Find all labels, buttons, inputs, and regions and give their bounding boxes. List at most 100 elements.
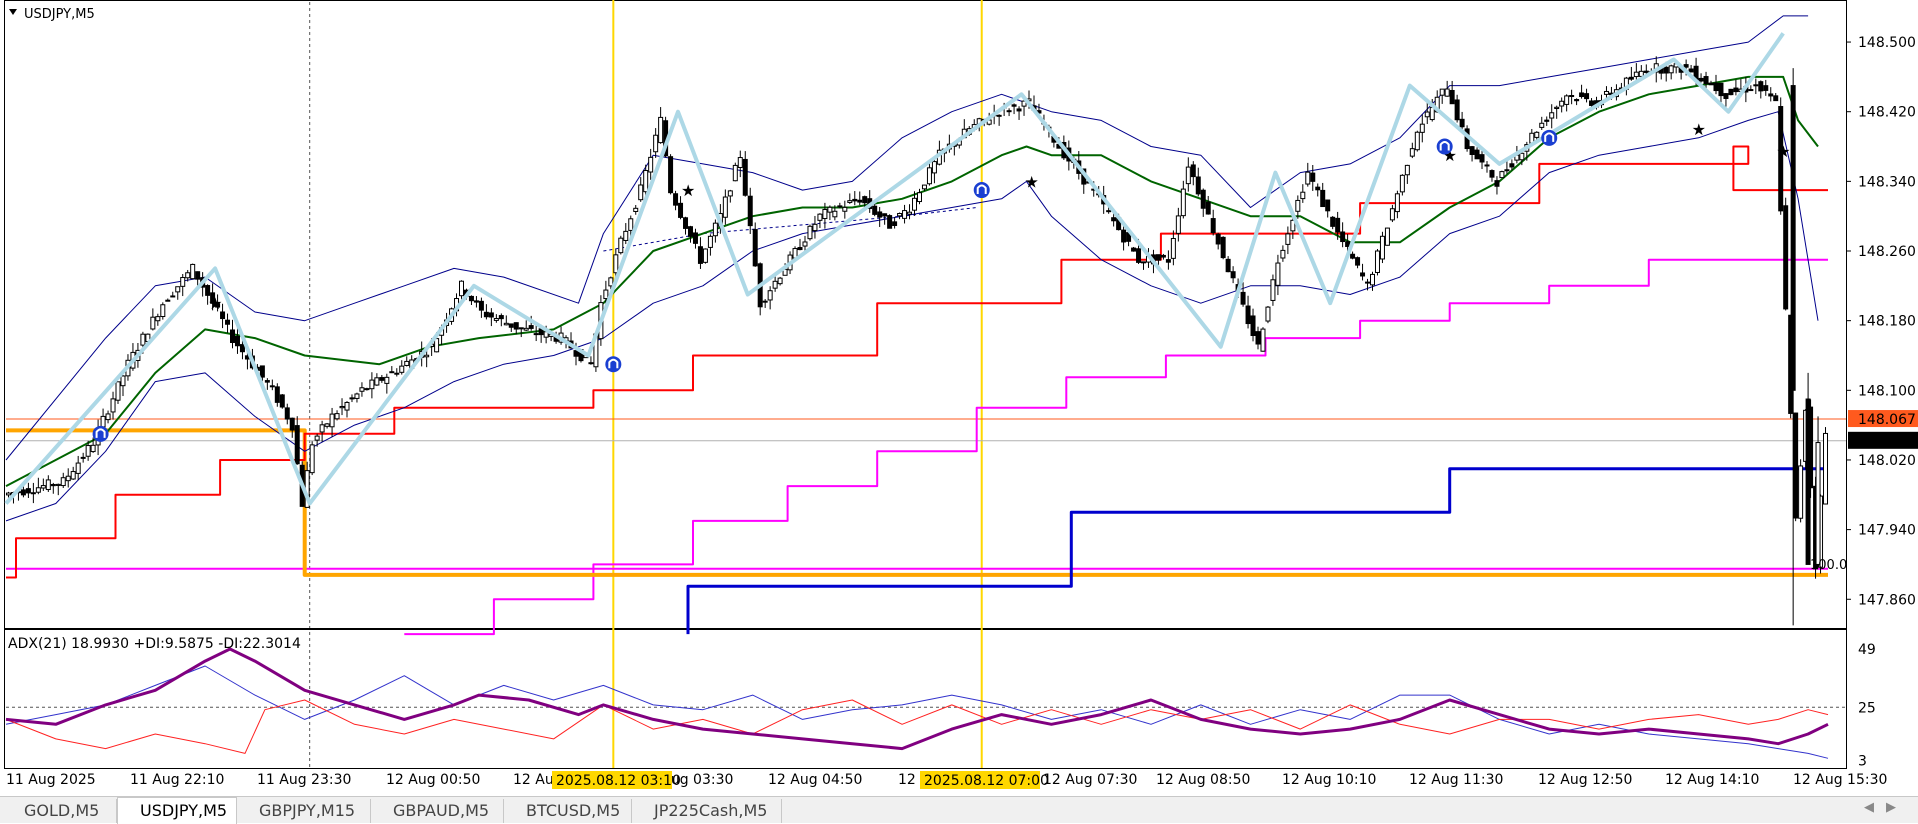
candle-body bbox=[1011, 104, 1017, 107]
candle-body bbox=[802, 241, 808, 247]
candle-body bbox=[309, 444, 315, 474]
candle-body bbox=[1703, 76, 1709, 85]
candle-body bbox=[65, 475, 71, 482]
candle-body bbox=[1564, 95, 1570, 105]
symbol-tab-bar: GOLD,M5 USDJPY,M5 GBPJPY,M15 GBPAUD,M5 B… bbox=[0, 796, 1918, 824]
candle-body bbox=[643, 170, 649, 193]
candle-body bbox=[1155, 254, 1161, 261]
candle-body bbox=[1708, 82, 1714, 86]
candle-body bbox=[85, 445, 91, 457]
candle-body bbox=[523, 327, 529, 331]
candle-body bbox=[528, 325, 534, 329]
highlighted-time-label: 2025.08.12 07:00 bbox=[924, 773, 1049, 789]
candle-body bbox=[60, 477, 66, 487]
candle-body bbox=[349, 397, 355, 400]
candle-body bbox=[1379, 235, 1385, 260]
candle-body bbox=[737, 157, 743, 168]
candle-body bbox=[1569, 95, 1575, 98]
candle-body bbox=[1275, 262, 1281, 286]
candle-body bbox=[588, 362, 594, 365]
candle-body bbox=[434, 338, 440, 353]
candle-body bbox=[40, 485, 46, 489]
price-tick-label: 148.340 bbox=[1858, 174, 1916, 190]
signal-star-icon: ★ bbox=[1776, 142, 1790, 161]
candle-body bbox=[1768, 93, 1774, 97]
candle-body bbox=[1225, 258, 1231, 273]
candle-body bbox=[1389, 208, 1395, 221]
candle-body bbox=[1668, 65, 1674, 74]
candle-body bbox=[1250, 315, 1256, 337]
candle-body bbox=[907, 211, 913, 215]
price-tick-label: 148.020 bbox=[1858, 453, 1916, 469]
minus-di-line bbox=[5, 699, 1829, 754]
candle-body bbox=[1419, 123, 1425, 133]
candle-body bbox=[608, 277, 614, 287]
candle-body bbox=[1748, 89, 1754, 92]
candle-body bbox=[389, 371, 395, 374]
signal-star-icon: ★ bbox=[1692, 120, 1706, 139]
candle-body bbox=[1190, 164, 1196, 178]
time-axis-label: 11 Aug 2025 bbox=[6, 772, 96, 788]
candle-body bbox=[1006, 110, 1012, 113]
candle-body bbox=[862, 196, 868, 204]
candle-body bbox=[1295, 199, 1301, 212]
tab-gold-m5[interactable]: GOLD,M5 bbox=[2, 799, 117, 823]
time-axis-label: 11 Aug 22:10 bbox=[130, 772, 224, 788]
tab-usdjpy-m5[interactable]: USDJPY,M5 bbox=[117, 797, 237, 824]
candle-body bbox=[668, 156, 674, 194]
candle-body bbox=[852, 198, 858, 202]
candle-body bbox=[1539, 122, 1545, 128]
candle-body bbox=[379, 377, 385, 381]
candle-body bbox=[822, 209, 828, 220]
candle-body bbox=[887, 215, 893, 229]
candle-body bbox=[1200, 189, 1206, 209]
candle-body bbox=[459, 280, 464, 297]
candle-body bbox=[837, 205, 843, 208]
candle-body bbox=[1805, 398, 1811, 565]
tab-gbpaud-m5[interactable]: GBPAUD,M5 bbox=[371, 799, 504, 823]
candle-body bbox=[727, 190, 733, 197]
candle-body bbox=[478, 300, 484, 311]
candle-body bbox=[25, 488, 31, 494]
candle-body bbox=[1121, 229, 1127, 243]
signal-star-icon: ★ bbox=[1024, 172, 1038, 191]
candle-body bbox=[807, 225, 813, 240]
dropdown-triangle-icon[interactable] bbox=[9, 9, 17, 15]
candle-body bbox=[339, 405, 345, 409]
candle-body bbox=[45, 479, 51, 491]
price-tick-label: 148.180 bbox=[1858, 314, 1916, 330]
candle-body bbox=[180, 277, 186, 287]
candle-body bbox=[912, 197, 918, 211]
candle-body bbox=[20, 489, 26, 496]
candle-body bbox=[1384, 227, 1390, 246]
candle-body bbox=[1399, 174, 1405, 193]
candle-body bbox=[105, 413, 111, 421]
candle-body bbox=[1758, 81, 1764, 92]
tab-scroll-arrows[interactable]: ◀▶ bbox=[1864, 800, 1908, 815]
indicator-level-bottom: 3 bbox=[1858, 754, 1867, 770]
signal-arrow-icon bbox=[1541, 129, 1558, 146]
candle-body bbox=[160, 304, 166, 318]
tab-jp225cash-m5[interactable]: JP225Cash,M5 bbox=[632, 799, 782, 823]
chart-area[interactable]: ★★ ★★★★100.0148.500148.420148.340148.2601… bbox=[0, 0, 1918, 823]
candle-body bbox=[1160, 254, 1166, 258]
candle-body bbox=[1260, 328, 1266, 352]
candle-body bbox=[1310, 172, 1316, 182]
candle-body bbox=[628, 218, 634, 231]
candle-body bbox=[827, 206, 833, 213]
candle-body bbox=[1335, 217, 1341, 233]
candle-body bbox=[1519, 152, 1525, 161]
tab-btcusd-m5[interactable]: BTCUSD,M5 bbox=[504, 799, 632, 823]
tab-gbpjpy-m15[interactable]: GBPJPY,M15 bbox=[237, 799, 371, 823]
candle-body bbox=[613, 254, 619, 274]
time-axis-label: 12 Aug 14:10 bbox=[1665, 772, 1759, 788]
candle-body bbox=[653, 134, 659, 153]
candle-body bbox=[533, 333, 539, 336]
time-axis-label: 12 Aug 08:50 bbox=[1156, 772, 1250, 788]
candle-body bbox=[1663, 66, 1669, 74]
candle-body bbox=[1633, 71, 1639, 78]
candle-body bbox=[1454, 99, 1460, 121]
bollinger-middle-band bbox=[603, 207, 977, 252]
candle-body bbox=[1355, 257, 1361, 266]
candle-body bbox=[1215, 233, 1221, 245]
